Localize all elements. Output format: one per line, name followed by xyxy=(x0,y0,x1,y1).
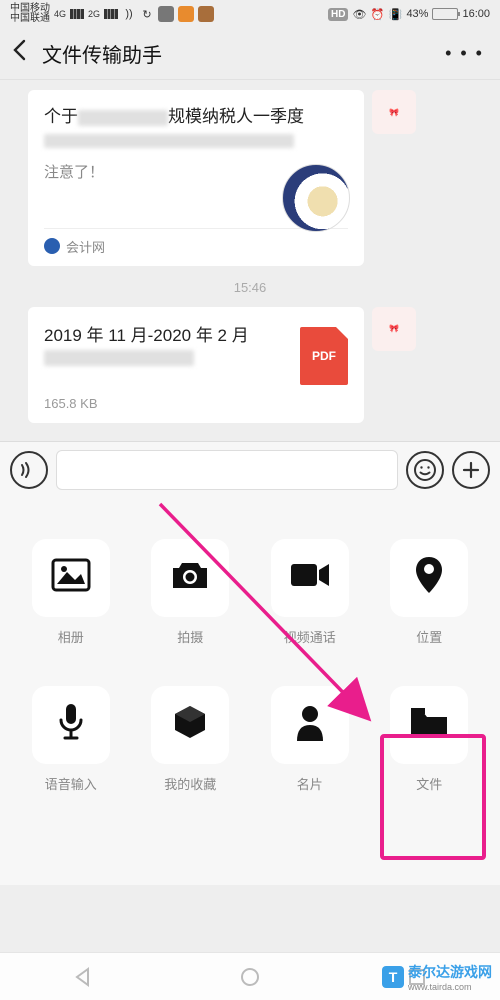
cube-icon xyxy=(171,703,209,746)
chat-body: 个于规模纳税人一季度 注意了！ 会计网 🎀 15:46 2019 年 11 月-… xyxy=(0,80,500,441)
chat-title: 文件传输助手 xyxy=(38,39,445,68)
source-name: 会计网 xyxy=(66,237,105,256)
battery-icon xyxy=(432,8,458,20)
panel-item-file[interactable]: 文件 xyxy=(381,686,479,793)
person-icon xyxy=(295,703,325,746)
message-file[interactable]: 2019 年 11 月-2020 年 2 月 165.8 KB PDF 🎀 xyxy=(8,307,492,423)
net-2g: 2G xyxy=(88,9,100,19)
file-size: 165.8 KB xyxy=(44,396,348,411)
mic-icon xyxy=(56,702,86,747)
pdf-icon: PDF xyxy=(300,327,348,385)
folder-icon xyxy=(409,706,449,743)
wifi-icon: )) xyxy=(122,7,136,21)
panel-item-camera[interactable]: 拍摄 xyxy=(142,539,240,646)
article-thumbnail xyxy=(282,164,350,232)
watermark-text: 泰尔达游戏网 xyxy=(408,962,492,982)
panel-item-album[interactable]: 相册 xyxy=(22,539,120,646)
attachment-panel: 相册 拍摄 视频通话 位置 语音输入 xyxy=(0,499,500,885)
panel-item-location[interactable]: 位置 xyxy=(381,539,479,646)
emoji-button[interactable] xyxy=(406,451,444,489)
location-icon xyxy=(414,555,444,600)
source-icon xyxy=(44,238,60,254)
panel-label: 语音输入 xyxy=(45,774,97,793)
loop-icon: ↻ xyxy=(140,7,154,21)
avatar[interactable]: 🎀 xyxy=(372,307,416,351)
voice-toggle-button[interactable] xyxy=(10,451,48,489)
panel-label: 名片 xyxy=(297,774,323,793)
panel-label: 我的收藏 xyxy=(164,774,216,793)
alarm-icon: ⏰ xyxy=(370,7,384,21)
camera-icon xyxy=(169,558,211,597)
image-icon xyxy=(51,558,91,597)
watermark-url: www.tairda.com xyxy=(408,982,492,992)
panel-item-favorites[interactable]: 我的收藏 xyxy=(142,686,240,793)
input-bar xyxy=(0,441,500,499)
article-line2-redacted xyxy=(44,134,294,148)
panel-item-voiceinput[interactable]: 语音输入 xyxy=(22,686,120,793)
message-article[interactable]: 个于规模纳税人一季度 注意了！ 会计网 🎀 xyxy=(8,90,492,266)
signal-icon-2 xyxy=(104,9,118,19)
signal-icon xyxy=(70,9,84,19)
panel-label: 位置 xyxy=(416,627,442,646)
net-4g: 4G xyxy=(54,9,66,19)
app-chip-2 xyxy=(178,6,194,22)
carrier-names: 中国移动 中国联通 xyxy=(10,4,50,24)
chat-header: 文件传输助手 • • • xyxy=(0,28,500,80)
plus-button[interactable] xyxy=(452,451,490,489)
app-chip-3 xyxy=(198,6,214,22)
message-input[interactable] xyxy=(56,450,398,490)
panel-label: 拍摄 xyxy=(177,627,203,646)
battery-percent: 43% xyxy=(406,8,428,20)
hd-badge: HD xyxy=(328,8,348,21)
panel-label: 文件 xyxy=(416,774,442,793)
eye-icon: 👁 xyxy=(352,7,366,21)
watermark: T 泰尔达游戏网 www.tairda.com xyxy=(382,962,492,992)
timestamp: 15:46 xyxy=(8,280,492,295)
panel-item-contact[interactable]: 名片 xyxy=(261,686,359,793)
back-button[interactable] xyxy=(12,39,38,68)
vibrate-icon: 📳 xyxy=(388,7,402,21)
more-button[interactable]: • • • xyxy=(445,43,488,64)
video-icon xyxy=(289,560,331,595)
nav-home[interactable] xyxy=(237,964,263,990)
panel-label: 相册 xyxy=(58,627,84,646)
panel-label: 视频通话 xyxy=(284,627,336,646)
panel-item-videocall[interactable]: 视频通话 xyxy=(261,539,359,646)
status-bar: 中国移动 中国联通 4G 2G )) ↻ HD 👁 ⏰ 📳 43% 16:00 xyxy=(0,0,500,28)
app-chip-1 xyxy=(158,6,174,22)
nav-back[interactable] xyxy=(70,964,96,990)
article-title: 个于规模纳税人一季度 xyxy=(44,104,348,130)
avatar[interactable]: 🎀 xyxy=(372,90,416,134)
watermark-logo: T xyxy=(382,966,404,988)
clock: 16:00 xyxy=(462,8,490,20)
